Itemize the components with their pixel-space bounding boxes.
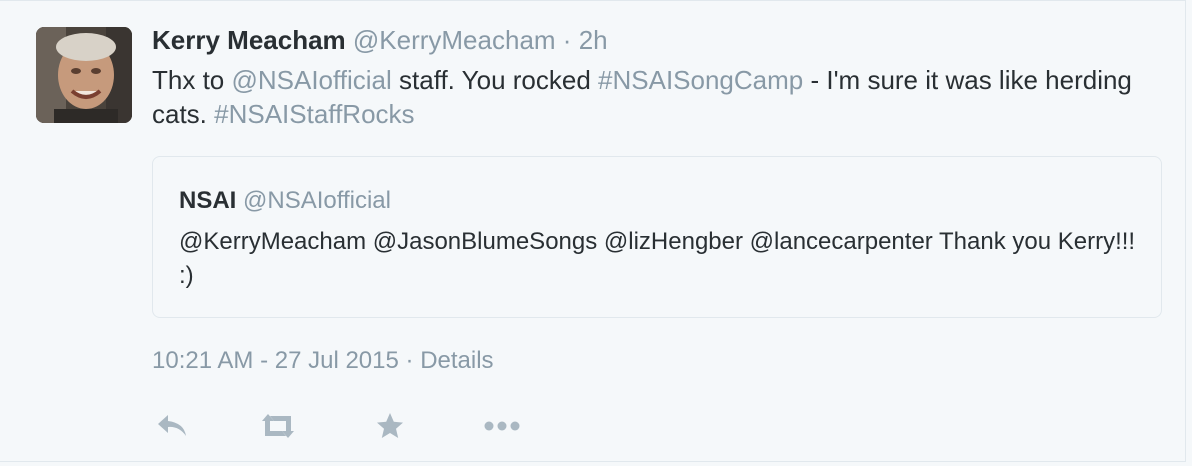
text-segment: Thx to	[152, 65, 232, 95]
tweet-meta: 10:21 AM - 27 Jul 2015 · Details	[152, 347, 494, 375]
retweet-icon	[262, 414, 294, 438]
more-icon	[484, 421, 520, 431]
quoted-author-name[interactable]: NSAI	[179, 187, 236, 214]
quoted-author-handle[interactable]: @NSAIofficial	[243, 187, 391, 214]
hashtag-link[interactable]: #NSAISongCamp	[598, 65, 803, 95]
favorite-button[interactable]	[370, 406, 410, 446]
author-handle[interactable]: @KerryMeacham	[353, 25, 556, 55]
quoted-text: @KerryMeacham @JasonBlumeSongs @lizHengb…	[179, 228, 1136, 289]
tweet-timestamp[interactable]: 10:21 AM - 27 Jul 2015	[152, 347, 399, 374]
hashtag-link[interactable]: #NSAIStaffRocks	[214, 99, 414, 129]
mention-link[interactable]: @NSAIofficial	[231, 65, 391, 95]
header-separator: ·	[562, 25, 572, 55]
tweet-header: Kerry Meacham @KerryMeacham · 2h	[152, 25, 608, 56]
more-button[interactable]	[482, 406, 522, 446]
quoted-tweet[interactable]: NSAI @NSAIofficial @KerryMeacham @JasonB…	[152, 156, 1162, 318]
retweet-button[interactable]	[256, 406, 300, 446]
text-segment: staff. You rocked	[391, 65, 599, 95]
reply-button[interactable]	[152, 406, 192, 446]
reply-icon	[158, 415, 186, 436]
tweet-card[interactable]: Kerry Meacham @KerryMeacham · 2h Thx to …	[0, 0, 1186, 462]
quoted-header: NSAI @NSAIofficial	[179, 187, 391, 215]
meta-separator: ·	[405, 347, 414, 374]
tweet-time[interactable]: 2h	[579, 25, 608, 55]
tweet-text: Thx to @NSAIofficial staff. You rocked #…	[152, 63, 1152, 131]
avatar[interactable]	[36, 27, 132, 123]
favorite-icon	[377, 413, 403, 438]
details-link[interactable]: Details	[420, 347, 493, 374]
author-name[interactable]: Kerry Meacham	[152, 25, 346, 55]
